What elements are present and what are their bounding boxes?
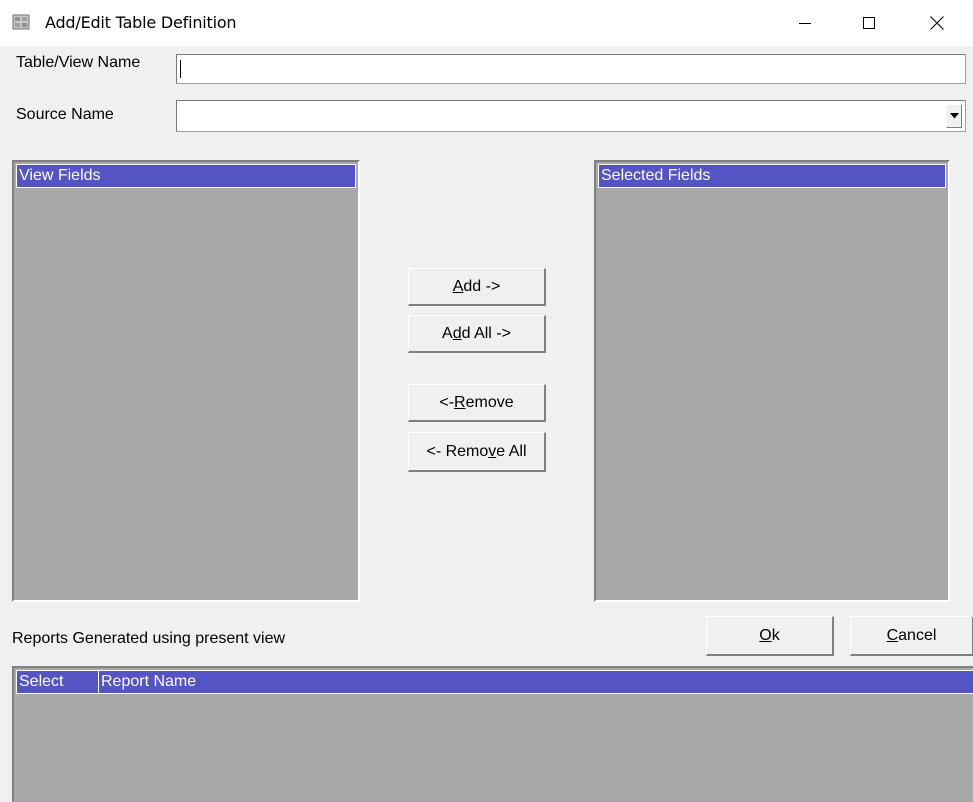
reports-label: Reports Generated using present view: [12, 630, 286, 647]
add-button-label-post: dd ->: [463, 277, 501, 295]
add-button-mnemonic: A: [452, 277, 464, 295]
reports-table[interactable]: Select Report Name: [12, 666, 973, 802]
remove-button-label-pre: <-: [439, 393, 455, 411]
window-title: Add/Edit Table Definition: [45, 13, 237, 32]
cancel-button-label-post: ancel: [898, 626, 937, 644]
remove-all-button-mnemonic: v: [488, 442, 497, 460]
remove-all-button-label-post: e All: [496, 442, 527, 460]
ok-button-label-post: k: [771, 626, 780, 644]
remove-button-mnemonic: R: [454, 393, 466, 411]
column-header-select[interactable]: Select: [17, 671, 95, 693]
column-header-report-name[interactable]: Report Name: [98, 671, 961, 693]
maximize-button[interactable]: [846, 0, 892, 46]
close-icon: [930, 16, 944, 30]
source-name-dropdown-button[interactable]: [946, 104, 962, 128]
text-caret: [180, 60, 181, 78]
add-edit-table-definition-window: Add/Edit Table Definition Table/View Nam…: [0, 0, 973, 802]
view-fields-list[interactable]: View Fields: [12, 160, 360, 602]
close-button[interactable]: [914, 0, 960, 46]
ok-button-mnemonic: O: [759, 626, 772, 644]
add-button[interactable]: Add ->: [408, 268, 546, 306]
remove-button-label-post: emove: [465, 393, 514, 411]
cancel-button[interactable]: Cancel: [850, 616, 973, 656]
title-bar: Add/Edit Table Definition: [0, 0, 973, 46]
add-all-button[interactable]: Add All ->: [408, 315, 546, 353]
ok-button[interactable]: Ok: [706, 616, 834, 656]
remove-button[interactable]: <- Remove: [408, 384, 546, 422]
remove-all-button-label-pre: <- Remo: [426, 442, 489, 460]
minimize-button[interactable]: [782, 0, 828, 46]
table-view-name-input[interactable]: [176, 54, 966, 84]
selected-fields-list[interactable]: Selected Fields: [594, 160, 950, 602]
add-all-button-label-pre: A: [442, 324, 453, 342]
chevron-down-icon: [949, 113, 959, 119]
add-all-button-label-post: d All ->: [461, 324, 511, 342]
selected-fields-header: Selected Fields: [598, 164, 946, 188]
remove-all-button[interactable]: <- Remo v e All: [408, 432, 546, 472]
minimize-icon: [799, 23, 811, 24]
source-name-combobox[interactable]: [176, 100, 966, 132]
maximize-icon: [863, 17, 875, 29]
reports-table-header: Select Report Name: [16, 670, 973, 694]
add-all-button-mnemonic: d: [452, 324, 462, 342]
app-icon: [12, 14, 30, 30]
view-fields-header: View Fields: [16, 164, 356, 188]
cancel-button-mnemonic: C: [886, 626, 899, 644]
table-view-name-label: Table/View Name: [16, 54, 141, 71]
source-name-label: Source Name: [16, 106, 114, 123]
